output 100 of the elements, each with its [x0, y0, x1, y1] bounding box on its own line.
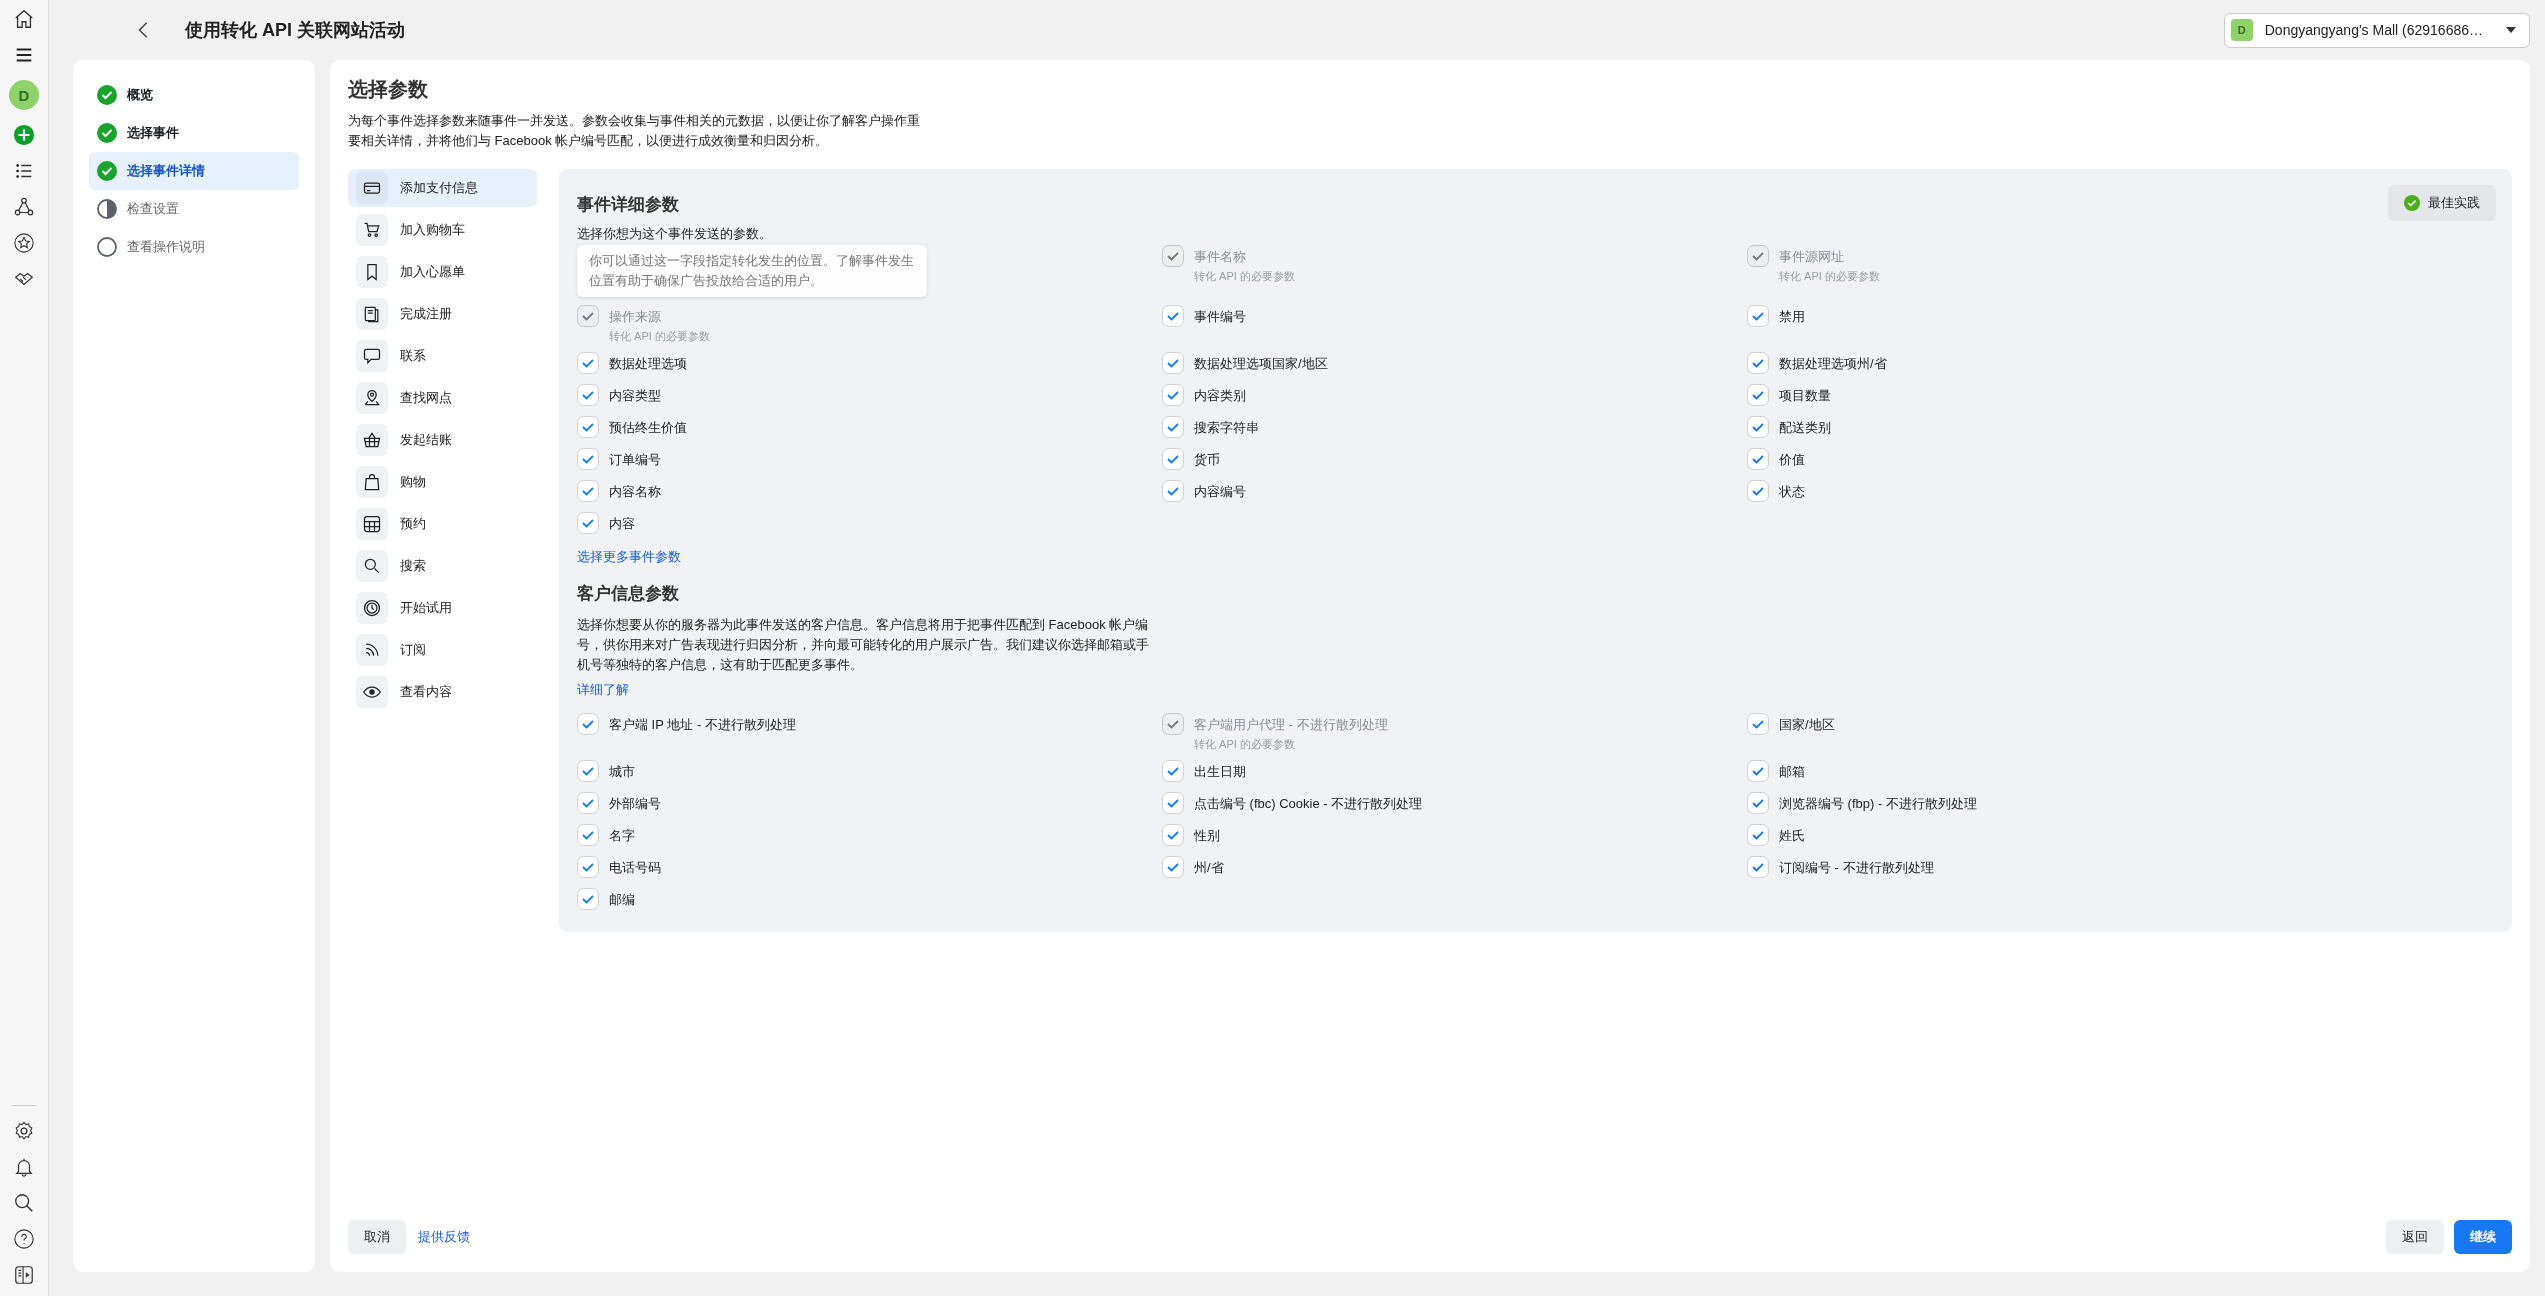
checkbox[interactable]: [1747, 856, 1769, 878]
checkbox-label: 数据处理选项: [609, 355, 687, 373]
card-icon: [356, 172, 388, 204]
sidebar-toggle-icon[interactable]: [13, 1264, 35, 1286]
settings-icon[interactable]: [13, 1120, 35, 1142]
required-note: 转化 API 的必要参数: [1194, 269, 1295, 284]
checkbox[interactable]: [1162, 352, 1184, 374]
feedback-link[interactable]: 提供反馈: [418, 1228, 470, 1246]
checkbox-label: 州/省: [1194, 859, 1224, 877]
best-practice-button[interactable]: 最佳实践: [2388, 185, 2496, 221]
checkbox[interactable]: [1162, 856, 1184, 878]
checkbox[interactable]: [1162, 448, 1184, 470]
step-item[interactable]: 查看操作说明: [89, 228, 299, 266]
checkbox[interactable]: [577, 384, 599, 406]
checkbox[interactable]: [1747, 480, 1769, 502]
checkbox[interactable]: [1747, 384, 1769, 406]
chat-icon: [356, 340, 388, 372]
cart-icon: [356, 214, 388, 246]
event-item[interactable]: 加入购物车: [348, 211, 537, 249]
continue-button[interactable]: 继续: [2454, 1220, 2512, 1254]
event-item[interactable]: 联系: [348, 337, 537, 375]
event-params-description: 选择你想为这个事件发送的参数。: [577, 225, 773, 243]
checkbox[interactable]: [1162, 305, 1184, 327]
checkbox[interactable]: [577, 480, 599, 502]
checkbox[interactable]: [577, 888, 599, 910]
checkbox-label: 外部编号: [609, 795, 661, 813]
checkbox[interactable]: [577, 512, 599, 534]
checkbox[interactable]: [577, 824, 599, 846]
event-item[interactable]: 查看内容: [348, 673, 537, 711]
checkbox-label: 价值: [1779, 451, 1805, 469]
step-item[interactable]: 概览: [89, 76, 299, 114]
checkbox-label: 出生日期: [1194, 763, 1246, 781]
home-icon[interactable]: [13, 8, 35, 30]
event-item[interactable]: 搜索: [348, 547, 537, 585]
checkbox[interactable]: [577, 352, 599, 374]
checkbox[interactable]: [1162, 480, 1184, 502]
plus-icon[interactable]: [13, 124, 35, 146]
checkbox[interactable]: [1747, 352, 1769, 374]
checkbox-label: 配送类别: [1779, 419, 1831, 437]
checkbox-label: 国家/地区: [1779, 716, 1835, 734]
checkbox-label: 内容: [609, 515, 635, 533]
checkbox[interactable]: [577, 713, 599, 735]
step-item[interactable]: 检查设置: [89, 190, 299, 228]
event-item[interactable]: 查找网点: [348, 379, 537, 417]
event-item[interactable]: 预约: [348, 505, 537, 543]
checkbox[interactable]: [1747, 448, 1769, 470]
account-selector[interactable]: D Dongyangyang's Mall (62916686…: [2223, 12, 2530, 48]
checkbox-label: 城市: [609, 763, 635, 781]
checkbox[interactable]: [1747, 824, 1769, 846]
checkbox[interactable]: [1162, 384, 1184, 406]
learn-more-link[interactable]: 详细了解: [577, 681, 629, 699]
back-button[interactable]: 返回: [2386, 1220, 2444, 1254]
caret-icon: [2505, 26, 2517, 34]
more-params-link[interactable]: 选择更多事件参数: [577, 548, 681, 566]
checkbox[interactable]: [577, 856, 599, 878]
checkbox[interactable]: [1162, 792, 1184, 814]
event-item[interactable]: 发起结账: [348, 421, 537, 459]
checkbox-label: 电话号码: [609, 859, 661, 877]
network-icon[interactable]: [13, 196, 35, 218]
checkbox-label: 点击编号 (fbc) Cookie - 不进行散列处理: [1194, 795, 1423, 813]
cancel-button[interactable]: 取消: [348, 1220, 406, 1254]
checkbox-label: 搜索字符串: [1194, 419, 1259, 437]
customer-params-title: 客户信息参数: [577, 583, 680, 605]
event-item[interactable]: 订阅: [348, 631, 537, 669]
step-item[interactable]: 选择事件详情: [89, 152, 299, 190]
checkbox[interactable]: [1747, 713, 1769, 735]
step-item[interactable]: 选择事件: [89, 114, 299, 152]
checkbox[interactable]: [1747, 760, 1769, 782]
checkbox[interactable]: [1747, 416, 1769, 438]
bookmark-icon: [356, 256, 388, 288]
checkbox[interactable]: [577, 416, 599, 438]
section-title: 选择参数: [348, 77, 429, 102]
required-note: 转化 API 的必要参数: [1779, 269, 1880, 284]
event-item[interactable]: 完成注册: [348, 295, 537, 333]
checkbox-label: 内容名称: [609, 483, 661, 501]
checkbox[interactable]: [1162, 760, 1184, 782]
event-item[interactable]: 购物: [348, 463, 537, 501]
checkbox[interactable]: [1162, 824, 1184, 846]
checkbox[interactable]: [577, 760, 599, 782]
checkbox-label: 内容编号: [1194, 483, 1246, 501]
checkbox[interactable]: [577, 448, 599, 470]
checkbox-label: 订单编号: [609, 451, 661, 469]
bell-icon[interactable]: [13, 1156, 35, 1178]
event-params-title: 事件详细参数: [577, 194, 679, 216]
event-item[interactable]: 加入心愿单: [348, 253, 537, 291]
checkbox[interactable]: [577, 792, 599, 814]
eye-icon: [356, 676, 388, 708]
rss-icon: [356, 634, 388, 666]
checkbox-label: 操作来源: [609, 308, 662, 326]
event-item[interactable]: 添加支付信息: [348, 169, 537, 207]
help-icon[interactable]: [13, 1228, 35, 1250]
event-item[interactable]: 开始试用: [348, 589, 537, 627]
checkbox[interactable]: [1162, 416, 1184, 438]
clock-icon: [356, 592, 388, 624]
checkbox-label: 预估终生价值: [609, 419, 687, 437]
search-icon[interactable]: [13, 1192, 35, 1214]
checkbox[interactable]: [1747, 792, 1769, 814]
checkbox[interactable]: [1747, 305, 1769, 327]
check-circle-icon: [2404, 195, 2420, 211]
checkbox-label: 姓氏: [1779, 827, 1805, 845]
